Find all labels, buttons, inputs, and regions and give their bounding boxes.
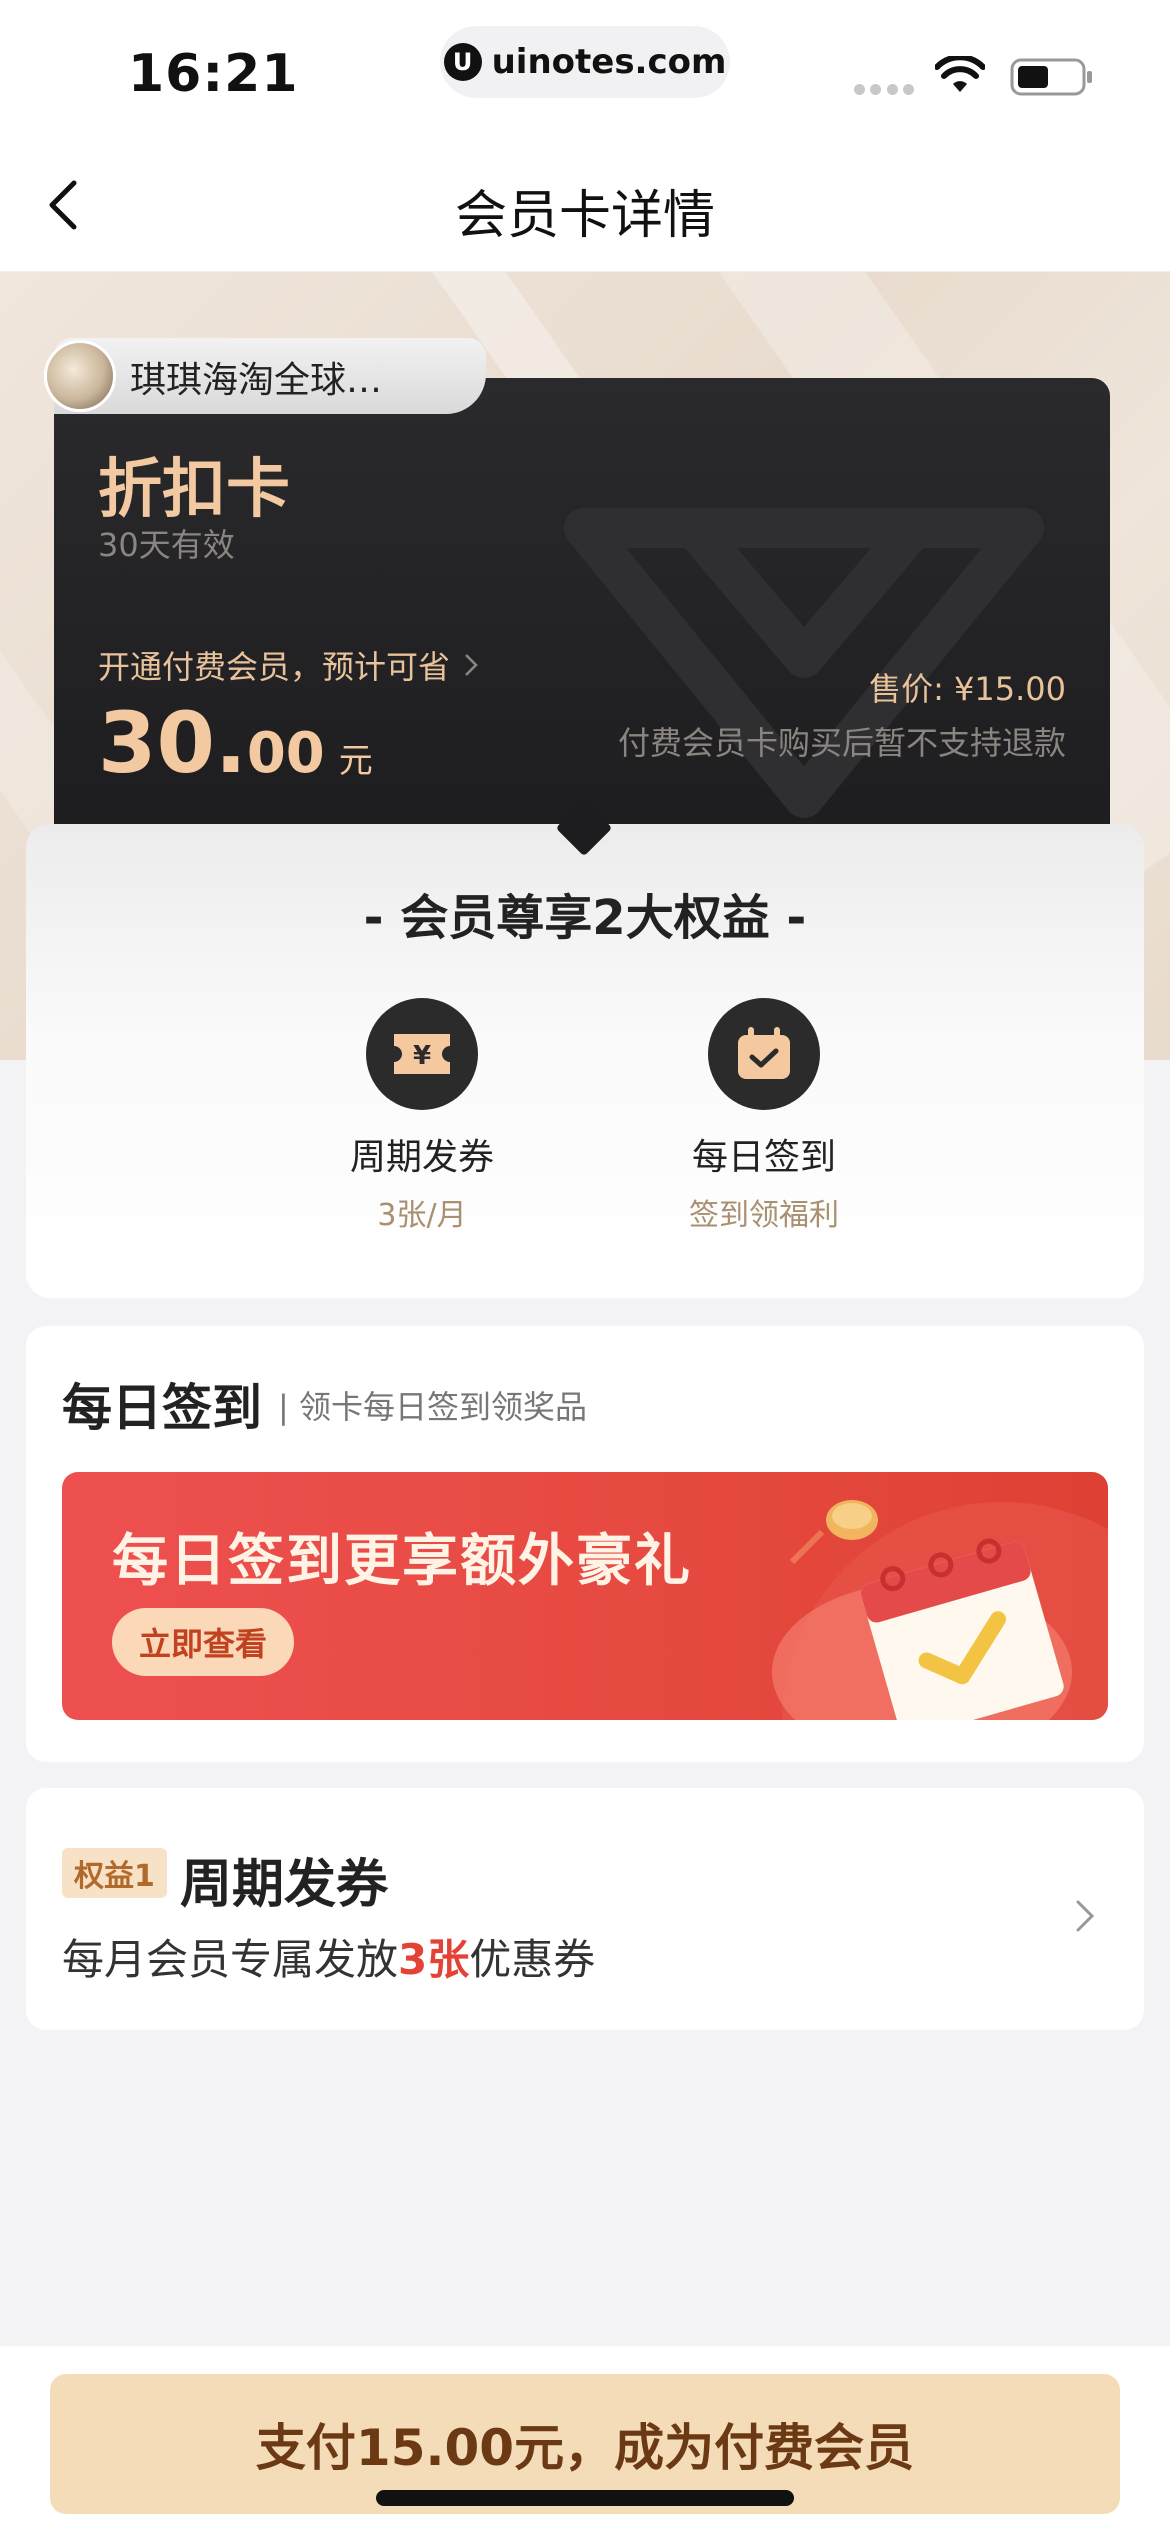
desc-highlight: 3张	[398, 1935, 470, 1984]
section-subtitle: | 领卡每日签到领奖品	[278, 1388, 587, 1426]
benefit-description: 每月会员专属发放3张优惠券	[62, 1926, 595, 1987]
calendar-illustration-icon	[772, 1500, 1108, 1720]
benefit-1-section[interactable]: 权益1 周期发券 每月会员专属发放3张优惠券	[26, 1788, 1144, 2030]
cellular-signal-icon	[854, 84, 914, 96]
amount-integer: 30.	[98, 694, 247, 792]
url-pill[interactable]: U uinotes.com	[440, 26, 730, 98]
view-now-button[interactable]: 立即查看	[112, 1608, 294, 1676]
page-title: 会员卡详情	[454, 186, 715, 246]
status-bar: 16:21 U uinotes.com	[0, 0, 1170, 135]
benefit-tag: 权益1	[62, 1848, 167, 1898]
amount-unit: 元	[338, 741, 373, 781]
card-validity: 30天有效	[98, 526, 235, 564]
daily-sign-banner[interactable]: 每日签到更享额外豪礼 立即查看	[62, 1472, 1108, 1720]
banner-text: 每日签到更享额外豪礼	[112, 1529, 692, 1594]
card-title: 折扣卡	[98, 453, 290, 527]
site-logo-icon: U	[443, 43, 482, 81]
url-text: uinotes.com	[491, 42, 727, 82]
benefit-name: 每日签到	[691, 1137, 836, 1178]
wifi-icon	[935, 56, 985, 92]
shop-avatar	[44, 340, 116, 412]
benefit-item-coupon[interactable]: ¥ 周期发券 3张/月	[292, 998, 552, 1234]
coupon-icon: ¥	[366, 998, 478, 1110]
home-indicator	[376, 2490, 794, 2506]
svg-text:¥: ¥	[413, 1041, 431, 1071]
save-amount: 30. 00 元	[98, 694, 373, 792]
shop-name: 琪琪海淘全球…	[130, 360, 383, 401]
diamond-watermark-icon	[564, 508, 1044, 818]
nav-bar: 会员卡详情	[0, 135, 1170, 272]
daily-sign-section: 每日签到 | 领卡每日签到领奖品 每日签到更享额外豪礼 立即查看	[26, 1326, 1144, 1762]
section-title: 每日签到	[62, 1379, 262, 1437]
battery-icon	[1010, 58, 1092, 96]
benefit-title: 周期发券	[180, 1855, 389, 1915]
refund-note: 付费会员卡购买后暂不支持退款	[617, 724, 1066, 762]
desc-prefix: 每月会员专属发放	[62, 1935, 399, 1984]
benefit-desc: 签到领福利	[689, 1198, 839, 1233]
chevron-right-icon	[1076, 1900, 1095, 1932]
member-card: 折扣卡 30天有效 开通付费会员，预计可省 30. 00 元 售价: ¥15.0…	[54, 378, 1110, 848]
benefit-desc: 3张/月	[377, 1198, 467, 1233]
benefit-item-daily-sign[interactable]: 每日签到 签到领福利	[634, 998, 894, 1234]
save-estimate-link[interactable]: 开通付费会员，预计可省	[98, 642, 480, 688]
chevron-right-icon	[465, 654, 478, 676]
calendar-check-icon	[708, 998, 820, 1110]
benefits-title: - 会员尊享2大权益 -	[363, 890, 807, 946]
desc-suffix: 优惠券	[469, 1935, 596, 1984]
save-estimate-label: 开通付费会员，预计可省	[98, 648, 451, 686]
benefit-name: 周期发券	[349, 1137, 494, 1178]
amount-decimal: 00	[246, 721, 325, 786]
status-time: 16:21	[128, 44, 299, 104]
card-price: 售价: ¥15.00	[869, 670, 1066, 708]
